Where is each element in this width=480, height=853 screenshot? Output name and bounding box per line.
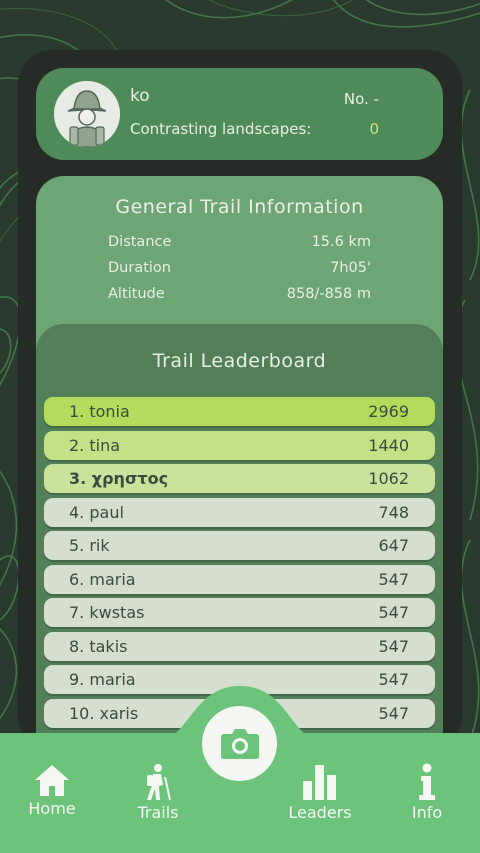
player-name: 2. tina: [69, 435, 121, 455]
player-name: 5. rik: [69, 536, 110, 555]
nav-trails[interactable]: Trails: [113, 763, 203, 822]
player-score: 1062: [368, 469, 409, 488]
player-name: 4. paul: [69, 502, 124, 522]
player-score: 2969: [368, 402, 409, 421]
leaderboard-panel: Trail Leaderboard 1. tonia 2969 2. tina …: [36, 324, 443, 744]
player-score: 547: [378, 569, 409, 589]
info-row-duration: Duration 7h05': [108, 260, 371, 282]
leaderboard-row[interactable]: 8. takis 547: [44, 631, 435, 661]
username: ko: [130, 86, 150, 106]
player-name: 3. χρηστος: [69, 469, 169, 488]
contrasting-landscapes-value: 0: [369, 120, 379, 138]
player-score: 547: [378, 603, 409, 622]
leaderboard-title: Trail Leaderboard: [152, 350, 327, 372]
leaderboard-row[interactable]: 2. tina 1440: [44, 430, 435, 460]
info-value: 858/-858 m: [286, 286, 371, 302]
nav-leaders[interactable]: Leaders: [275, 763, 365, 822]
player-name: 7. kwstas: [69, 603, 145, 622]
leaderboard-row[interactable]: 3. χρηστος 1062: [44, 464, 435, 493]
home-icon: [35, 765, 69, 796]
hiker-icon: [147, 764, 171, 801]
avatar[interactable]: [54, 81, 120, 147]
player-name: 8. takis: [69, 636, 128, 656]
leaderboard-row[interactable]: 5. rik 647: [44, 531, 435, 560]
profile-card: ko No. - Contrasting landscapes: 0: [36, 68, 443, 160]
user-rank: No. -: [343, 90, 379, 108]
info-row-distance: Distance 15.6 km: [108, 234, 371, 256]
info-label: Distance: [108, 234, 172, 250]
bar-chart-icon: [303, 765, 336, 800]
trail-info-title: General Trail Information: [115, 196, 364, 218]
leaderboard-row[interactable]: 4. paul 748: [44, 497, 435, 527]
info-row-altitude: Altitude 858/-858 m: [108, 286, 371, 308]
info-label: Duration: [108, 260, 171, 276]
nav-info-label: Info: [411, 803, 443, 822]
nav-trails-label: Trails: [137, 803, 179, 822]
info-icon: [419, 763, 435, 800]
contrasting-landscapes-label: Contrasting landscapes:: [130, 120, 312, 138]
nav-home-label: Home: [28, 799, 76, 818]
player-score: 647: [378, 536, 409, 555]
player-score: 547: [378, 636, 409, 656]
nav-home[interactable]: Home: [7, 763, 97, 818]
info-label: Altitude: [108, 286, 165, 302]
info-value: 15.6 km: [311, 234, 371, 250]
player-score: 748: [378, 502, 409, 522]
player-name: 6. maria: [69, 569, 136, 589]
leaderboard-row[interactable]: 1. tonia 2969: [44, 397, 435, 426]
nav-info[interactable]: Info: [382, 763, 472, 822]
leaderboard-row[interactable]: 6. maria 547: [44, 564, 435, 594]
camera-icon: [221, 729, 259, 759]
info-value: 7h05': [330, 260, 371, 276]
player-name: 1. tonia: [69, 402, 130, 421]
player-score: 1440: [368, 435, 409, 455]
leaderboard-row[interactable]: 7. kwstas 547: [44, 598, 435, 627]
leaderboard-list: 1. tonia 2969 2. tina 1440 3. χρηστος 10…: [44, 397, 435, 732]
camera-button[interactable]: [202, 706, 277, 781]
nav-leaders-label: Leaders: [288, 803, 352, 822]
hiker-avatar-icon: [54, 81, 120, 147]
